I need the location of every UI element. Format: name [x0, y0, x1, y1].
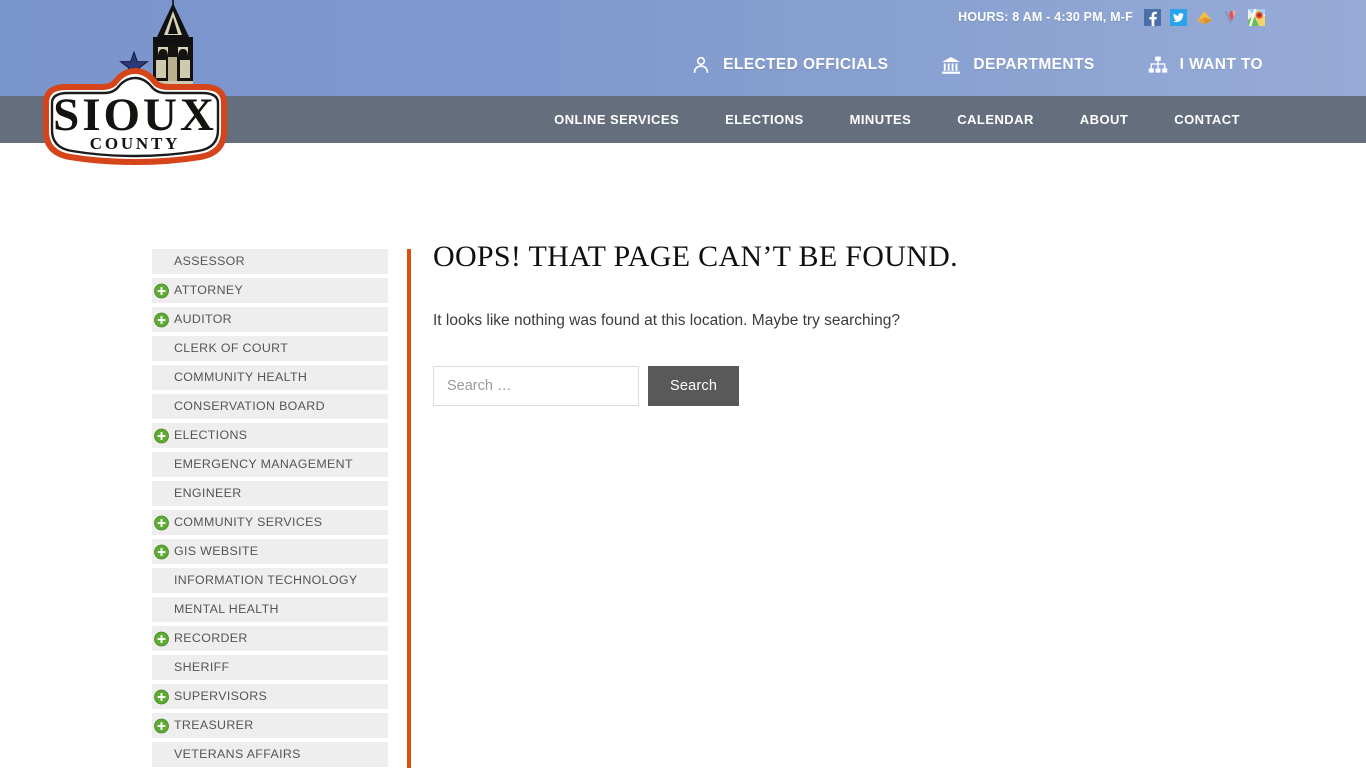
site-logo[interactable]: SIOUX COUNTY — [40, 0, 230, 171]
sidebar-item-sheriff[interactable]: SHERIFF — [152, 655, 388, 680]
nav-minutes[interactable]: MINUTES — [827, 112, 935, 127]
sidebar-item-label: ENGINEER — [174, 481, 242, 506]
sidebar-item-label: VETERANS AFFAIRS — [174, 742, 301, 767]
sidebar-item-label: COMMUNITY SERVICES — [174, 510, 322, 535]
plus-circle-icon[interactable] — [154, 428, 169, 443]
sidebar-item-label: SUPERVISORS — [174, 684, 267, 709]
utility-bar: HOURS: 8 AM - 4:30 PM, M-F — [958, 0, 1366, 34]
sidebar-item-gis-website[interactable]: GIS WEBSITE — [152, 539, 388, 564]
nav-departments-label: DEPARTMENTS — [973, 56, 1094, 74]
office-hours-text: HOURS: 8 AM - 4:30 PM, M-F — [958, 10, 1133, 24]
search-button[interactable]: Search — [648, 366, 739, 406]
sidebar-item-label: AUDITOR — [174, 307, 232, 332]
nav-elections[interactable]: ELECTIONS — [702, 112, 826, 127]
plus-circle-icon[interactable] — [154, 515, 169, 530]
nav-online-services[interactable]: ONLINE SERVICES — [531, 112, 702, 127]
content-divider — [407, 249, 411, 768]
sioux-county-badge: SIOUX COUNTY — [46, 71, 224, 162]
sidebar-item-label: TREASURER — [174, 713, 254, 738]
plus-circle-icon[interactable] — [154, 631, 169, 646]
sidebar-item-conservation-board[interactable]: CONSERVATION BOARD — [152, 394, 388, 419]
not-found-message: It looks like nothing was found at this … — [433, 309, 1313, 333]
search-form: Search — [433, 366, 1313, 406]
sidebar-item-veterans-affairs[interactable]: VETERANS AFFAIRS — [152, 742, 388, 767]
nav-about[interactable]: ABOUT — [1057, 112, 1151, 127]
social-links — [1144, 9, 1265, 26]
sidebar-item-label: RECORDER — [174, 626, 248, 651]
sidebar-item-treasurer[interactable]: TREASURER — [152, 713, 388, 738]
sidebar-item-label: ASSESSOR — [174, 249, 245, 274]
plus-circle-icon[interactable] — [154, 544, 169, 559]
nav-calendar[interactable]: CALENDAR — [934, 112, 1057, 127]
nav-elected-officials-label: ELECTED OFFICIALS — [723, 56, 888, 74]
search-input[interactable] — [433, 366, 639, 406]
plus-circle-icon[interactable] — [154, 689, 169, 704]
sidebar-item-label: INFORMATION TECHNOLOGY — [174, 568, 357, 593]
sidebar-item-elections[interactable]: ELECTIONS — [152, 423, 388, 448]
sidebar-item-label: CONSERVATION BOARD — [174, 394, 325, 419]
mail-icon[interactable] — [1196, 9, 1213, 26]
twitter-icon[interactable] — [1170, 9, 1187, 26]
sidebar-item-label: EMERGENCY MANAGEMENT — [174, 452, 353, 477]
nav-elected-officials[interactable]: ELECTED OFFICIALS — [691, 55, 888, 75]
plus-circle-icon[interactable] — [154, 718, 169, 733]
sidebar-item-emergency-management[interactable]: EMERGENCY MANAGEMENT — [152, 452, 388, 477]
bank-icon — [941, 55, 961, 75]
sidebar-item-label: COMMUNITY HEALTH — [174, 365, 307, 390]
department-sidebar: ASSESSOR ATTORNEY AUDITOR CLERK OF COURT COM… — [152, 249, 388, 768]
page-body: ASSESSOR ATTORNEY AUDITOR CLERK OF COURT COM… — [0, 143, 1366, 768]
sidebar-item-label: SHERIFF — [174, 655, 229, 680]
sidebar-item-label: ATTORNEY — [174, 278, 243, 303]
site-header: HOURS: 8 AM - 4:30 PM, M-F — [0, 0, 1366, 96]
plus-circle-icon[interactable] — [154, 283, 169, 298]
person-icon — [691, 55, 711, 75]
sidebar-item-community-health[interactable]: COMMUNITY HEALTH — [152, 365, 388, 390]
logo-name-bottom: COUNTY — [90, 134, 180, 153]
google-maps-icon[interactable] — [1248, 9, 1265, 26]
sidebar-item-auditor[interactable]: AUDITOR — [152, 307, 388, 332]
sidebar-item-label: ELECTIONS — [174, 423, 247, 448]
vimeo-icon[interactable] — [1222, 9, 1239, 26]
sidebar-item-information-technology[interactable]: INFORMATION TECHNOLOGY — [152, 568, 388, 593]
sidebar-item-clerk-of-court[interactable]: CLERK OF COURT — [152, 336, 388, 361]
sidebar-item-mental-health[interactable]: MENTAL HEALTH — [152, 597, 388, 622]
sidebar-item-recorder[interactable]: RECORDER — [152, 626, 388, 651]
sidebar-item-supervisors[interactable]: SUPERVISORS — [152, 684, 388, 709]
nav-departments[interactable]: DEPARTMENTS — [941, 55, 1094, 75]
facebook-icon[interactable] — [1144, 9, 1161, 26]
page-title: OOPS! THAT PAGE CAN’T BE FOUND. — [433, 239, 1313, 275]
sidebar-item-label: MENTAL HEALTH — [174, 597, 279, 622]
sidebar-item-label: GIS WEBSITE — [174, 539, 258, 564]
sidebar-item-assessor[interactable]: ASSESSOR — [152, 249, 388, 274]
sitemap-icon — [1148, 55, 1168, 75]
nav-i-want-to-label: I WANT TO — [1180, 56, 1263, 74]
sidebar-item-community-services[interactable]: COMMUNITY SERVICES — [152, 510, 388, 535]
sidebar-item-engineer[interactable]: ENGINEER — [152, 481, 388, 506]
nav-i-want-to[interactable]: I WANT TO — [1148, 55, 1263, 75]
sidebar-item-label: CLERK OF COURT — [174, 336, 288, 361]
plus-circle-icon[interactable] — [154, 312, 169, 327]
nav-contact[interactable]: CONTACT — [1151, 112, 1263, 127]
sidebar-item-attorney[interactable]: ATTORNEY — [152, 278, 388, 303]
main-content: OOPS! THAT PAGE CAN’T BE FOUND. It looks… — [433, 239, 1313, 406]
